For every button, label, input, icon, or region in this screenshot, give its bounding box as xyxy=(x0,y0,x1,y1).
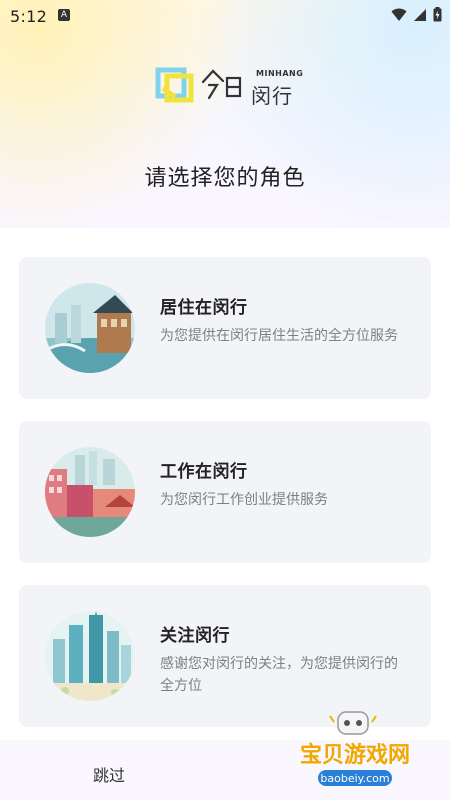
battery-icon xyxy=(433,7,442,22)
role-card-work[interactable]: 工作在闵行 为您闵行工作创业提供服务 xyxy=(19,421,431,563)
wifi-icon xyxy=(391,8,407,21)
role-title: 关注闵行 xyxy=(160,626,230,646)
status-icons xyxy=(391,7,442,22)
signal-icon xyxy=(414,8,426,21)
skip-button[interactable]: 跳过 xyxy=(93,762,125,786)
residence-illustration-icon xyxy=(45,283,135,373)
logo-script-icon xyxy=(201,69,242,100)
work-illustration-icon xyxy=(45,447,135,537)
app-logo: MINHANG 闵行 xyxy=(155,64,315,108)
role-card-residence[interactable]: 居住在闵行 为您提供在闵行居住生活的全方位服务 xyxy=(19,257,431,399)
hero-background xyxy=(0,0,450,228)
keyboard-icon: A xyxy=(58,9,70,21)
logo-english: MINHANG xyxy=(256,69,304,78)
status-bar: 5:12 A xyxy=(0,0,450,32)
watermark-logo-icon: 宝贝游戏网 baobeiy.com xyxy=(300,711,410,786)
role-description: 为您提供在闵行居住生活的全方位服务 xyxy=(160,328,398,344)
logo-mark-icon xyxy=(155,67,194,103)
watermark-url: baobeiy.com xyxy=(320,772,389,785)
bottom-bar: 跳过 宝贝游戏网 baobeiy.com xyxy=(0,711,450,800)
role-title: 居住在闵行 xyxy=(160,298,248,318)
role-description: 为您闵行工作创业提供服务 xyxy=(160,492,328,508)
follow-illustration-icon xyxy=(45,611,135,701)
status-time: 5:12 xyxy=(10,7,48,26)
watermark-cn: 宝贝游戏网 xyxy=(300,742,410,768)
role-title: 工作在闵行 xyxy=(160,462,248,482)
logo-chinese: 闵行 xyxy=(251,84,293,108)
role-card-follow[interactable]: 关注闵行 感谢您对闵行的关注，为您提供闵行的全方位 xyxy=(19,585,431,727)
page-title: 请选择您的角色 xyxy=(144,166,306,191)
role-description: 感谢您对闵行的关注，为您提供闵行的全方位 xyxy=(160,656,398,694)
